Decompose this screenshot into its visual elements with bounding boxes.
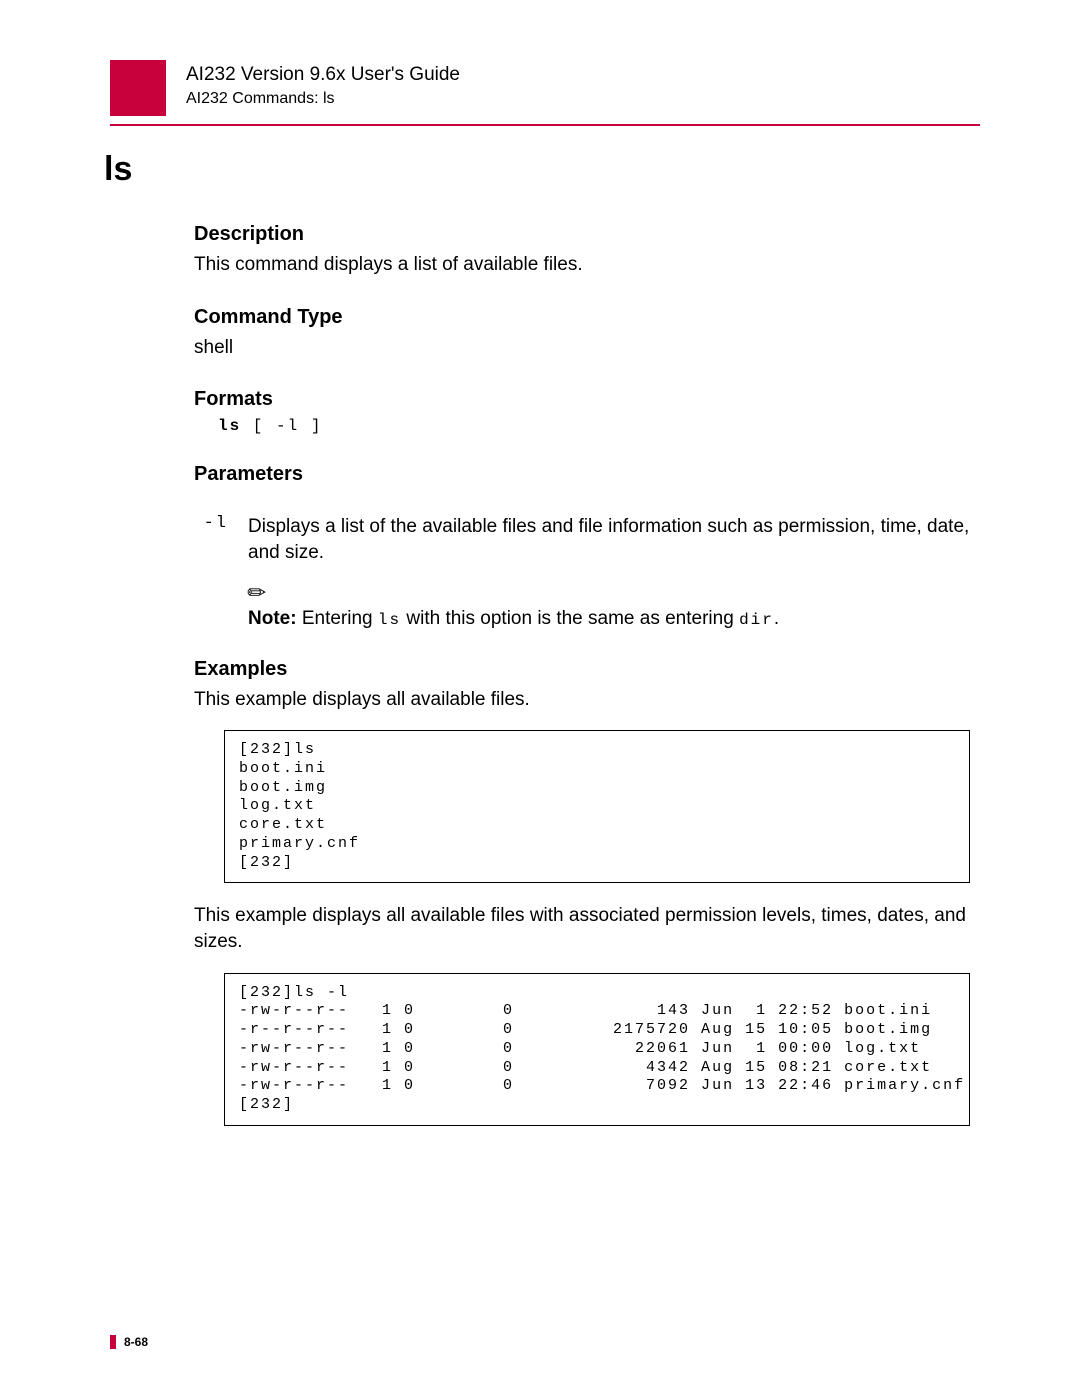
page-number: 8-68: [124, 1335, 148, 1349]
section-head-formats: Formats: [194, 388, 980, 411]
formats-code: ls [ -l ]: [218, 417, 980, 435]
example-code-2: [232]ls -l -rw-r--r-- 1 0 0 143 Jun 1 22…: [224, 973, 970, 1126]
section-head-description: Description: [194, 223, 980, 246]
section-head-command-type: Command Type: [194, 306, 980, 329]
command-title: ls: [104, 150, 980, 189]
header-divider: [110, 124, 980, 126]
note-block: ✎ Note: Entering ls with this option is …: [248, 580, 980, 630]
note-post: .: [774, 608, 779, 629]
guide-title: AI232 Version 9.6x User's Guide: [186, 64, 460, 86]
header-text-block: AI232 Version 9.6x User's Guide AI232 Co…: [186, 60, 460, 108]
examples-intro-1: This example displays all available file…: [194, 687, 980, 713]
note-pre: Entering: [297, 608, 378, 629]
note-label: Note:: [248, 608, 297, 629]
note-text: Note: Entering ls with this option is th…: [248, 608, 980, 630]
section-head-examples: Examples: [194, 658, 980, 681]
footer-tick-icon: [110, 1335, 116, 1349]
section-body-description: This command displays a list of availabl…: [194, 252, 980, 278]
page-header: AI232 Version 9.6x User's Guide AI232 Co…: [110, 60, 980, 116]
note-cmd-ls: ls: [378, 611, 401, 629]
section-head-parameters: Parameters: [194, 463, 980, 486]
example-code-1: [232]ls boot.ini boot.img log.txt core.t…: [224, 730, 970, 883]
page-container: AI232 Version 9.6x User's Guide AI232 Co…: [0, 0, 1080, 1126]
note-mid: with this option is the same as entering: [401, 608, 739, 629]
parameter-row: -l Displays a list of the available file…: [188, 514, 980, 565]
breadcrumb: AI232 Commands: ls: [186, 90, 460, 108]
examples-intro-2: This example displays all available file…: [194, 903, 980, 954]
formats-cmd: ls: [218, 417, 241, 435]
note-cmd-dir: dir: [739, 611, 774, 629]
formats-args: [ -l ]: [241, 417, 322, 435]
content-body: Description This command displays a list…: [194, 223, 980, 1126]
page-footer: 8-68: [110, 1335, 148, 1349]
parameter-flag: -l: [188, 514, 228, 533]
pencil-icon: ✎: [242, 577, 273, 608]
brand-square-icon: [110, 60, 166, 116]
parameter-description: Displays a list of the available files a…: [248, 514, 980, 565]
section-body-command-type: shell: [194, 335, 980, 361]
